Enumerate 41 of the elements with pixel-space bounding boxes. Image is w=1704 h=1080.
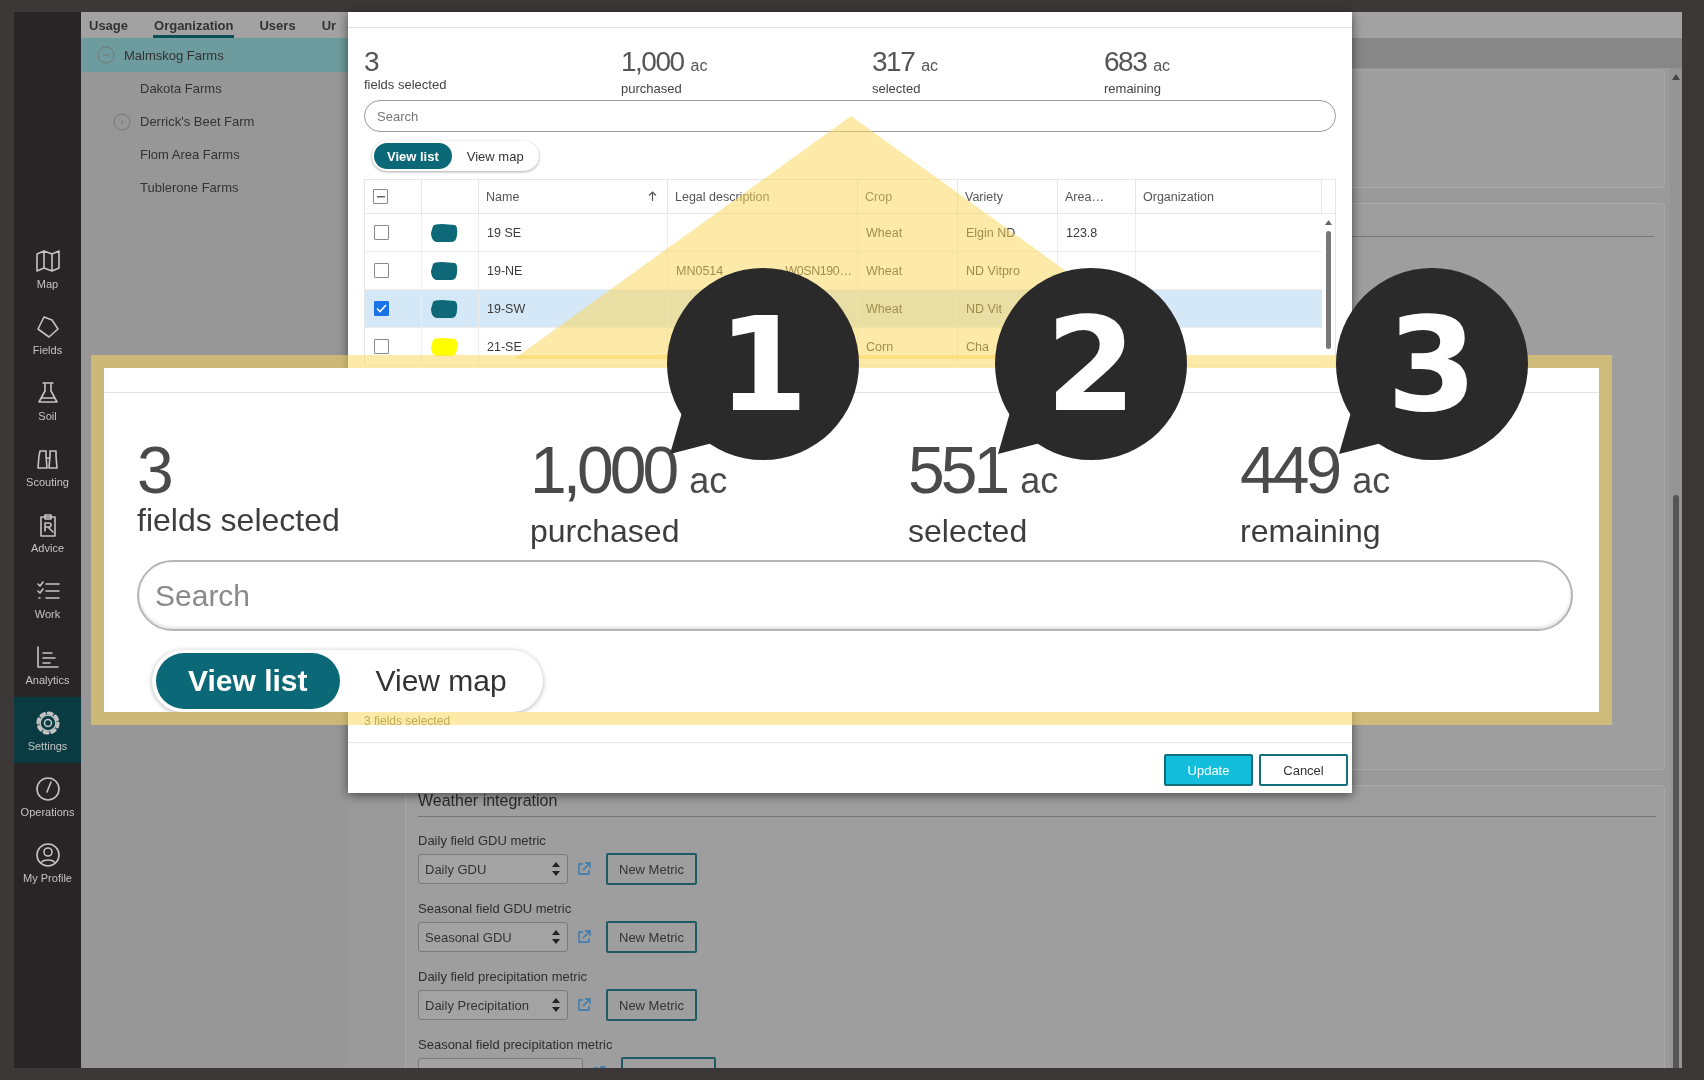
- unit-label: ac: [921, 56, 939, 76]
- stat-label: purchased: [530, 514, 680, 548]
- unit-label: ac: [1020, 459, 1059, 503]
- table-cell: Corn: [866, 339, 894, 354]
- stat-value: 3: [137, 437, 170, 503]
- unit-label: ac: [1352, 459, 1391, 503]
- field-label: Daily field precipitation metric: [418, 969, 588, 984]
- table-cell: Wheat: [866, 263, 903, 278]
- field-label: Daily field GDU metric: [418, 833, 546, 848]
- table-cell: 123.8: [1066, 225, 1098, 240]
- stat-label: remaining: [1240, 514, 1381, 548]
- stat-label: purchased: [621, 81, 682, 96]
- table-cell: 19-NE: [487, 263, 523, 278]
- stat-value: 317: [872, 47, 915, 77]
- unit-label: ac: [690, 56, 708, 76]
- unit-label: ac: [689, 459, 728, 503]
- table-cell: 19-SW: [487, 301, 526, 316]
- table-cell: MN0514: [676, 263, 724, 278]
- table-cell: Wheat: [866, 301, 903, 316]
- table-cell: Cha: [966, 339, 989, 354]
- stat-value: 551: [908, 437, 1007, 503]
- stat-label: selected: [908, 514, 1028, 548]
- stat-label: remaining: [1104, 81, 1162, 96]
- stat-value: 1,000: [621, 47, 684, 77]
- stat-label: selected: [872, 81, 921, 96]
- stat-value: 1,000: [530, 437, 676, 503]
- field-label: Seasonal field GDU metric: [418, 901, 572, 916]
- table-cell: Wheat: [866, 225, 903, 240]
- selection-summary: 3 fields selected: [364, 714, 451, 728]
- table-cell: ND Vitpro: [966, 263, 1020, 278]
- stat-value: 449: [1240, 437, 1339, 503]
- table-cell: 21-SE: [487, 339, 522, 354]
- stat-label: fields selected: [364, 77, 447, 92]
- field-label: Seasonal field precipitation metric: [418, 1037, 613, 1052]
- stat-value: 3: [364, 47, 379, 77]
- unit-label: ac: [1153, 56, 1171, 76]
- table-cell: Elgin ND: [966, 225, 1016, 240]
- table-cell: 19 SE: [487, 225, 522, 240]
- stat-label: fields selected: [137, 503, 340, 537]
- stat-value: 683: [1104, 47, 1147, 77]
- table-cell: ND Vit: [966, 301, 1002, 316]
